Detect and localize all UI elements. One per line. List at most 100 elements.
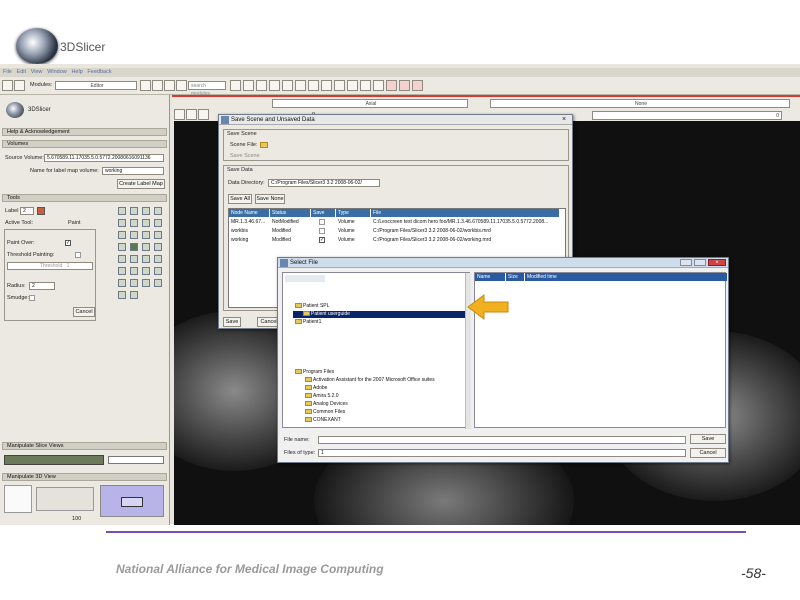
- row-1-name[interactable]: MR.1.3.46.67...: [229, 218, 269, 226]
- label-color-swatch[interactable]: [37, 207, 45, 215]
- place-fiducial-icon[interactable]: [399, 80, 410, 91]
- menu-view[interactable]: View: [31, 68, 43, 77]
- paint-cancel-button[interactable]: Cancel: [73, 307, 95, 317]
- save-dialog-save-button[interactable]: Save: [223, 317, 241, 327]
- smudge-checkbox[interactable]: [29, 295, 35, 301]
- editor-tool-icon-9[interactable]: [118, 231, 126, 239]
- search-icon[interactable]: [176, 80, 187, 91]
- axial-view-selector[interactable]: Axial: [272, 99, 468, 108]
- menu-edit[interactable]: Edit: [17, 68, 26, 77]
- toolbar-tool-4-icon[interactable]: [269, 80, 280, 91]
- file-name-input[interactable]: [318, 436, 686, 444]
- menu-file[interactable]: File: [3, 68, 12, 77]
- editor-tool-icon-15[interactable]: [142, 243, 150, 251]
- scene-file-folder-icon[interactable]: [260, 142, 268, 148]
- slice-link-icon[interactable]: [186, 109, 197, 120]
- slice-view-layout-buttons[interactable]: [4, 455, 104, 465]
- source-volume-select[interactable]: 5.670589.11.17035.5.0.5772.2008061609113…: [44, 154, 164, 162]
- search-modules-input[interactable]: search modules: [188, 81, 226, 97]
- maximize-icon[interactable]: [694, 259, 706, 266]
- toolbar-tool-9-icon[interactable]: [334, 80, 345, 91]
- editor-tool-icon-5[interactable]: [118, 219, 126, 227]
- pick-icon[interactable]: [386, 80, 397, 91]
- slice-visibility-icon[interactable]: [198, 109, 209, 120]
- menu-window[interactable]: Window: [47, 68, 67, 77]
- editor-tool-icon-28[interactable]: [154, 279, 162, 287]
- editor-tool-icon-11[interactable]: [142, 231, 150, 239]
- radius-spinner[interactable]: 2: [29, 282, 55, 290]
- module-selector[interactable]: Editor: [55, 81, 137, 90]
- section-tools[interactable]: Tools: [2, 194, 167, 202]
- tree-item-activation-assistant[interactable]: Activation Assistant for the 2007 Micros…: [305, 377, 435, 384]
- tree-item-program-files[interactable]: Program Files: [295, 369, 334, 376]
- 3d-view-navigator[interactable]: [100, 485, 164, 517]
- editor-tool-icon-22[interactable]: [130, 267, 138, 275]
- close-icon[interactable]: ×: [708, 259, 726, 266]
- tree-item-adobe[interactable]: Adobe: [305, 385, 327, 392]
- module-history-icon[interactable]: [164, 80, 175, 91]
- row-1-save-checkbox[interactable]: [319, 219, 325, 225]
- menu-feedback[interactable]: Feedback: [87, 68, 111, 77]
- toolbar-tool-6-icon[interactable]: [295, 80, 306, 91]
- toolbar-tool-12-icon[interactable]: [373, 80, 384, 91]
- toolbar-tool-7-icon[interactable]: [308, 80, 319, 91]
- transform-view-icon[interactable]: [412, 80, 423, 91]
- tree-item-patient-userguide[interactable]: Patient userguide: [293, 311, 465, 318]
- toolbar-tool-1-icon[interactable]: [230, 80, 241, 91]
- select-file-cancel-button[interactable]: Cancel: [690, 448, 726, 458]
- col-modified-time[interactable]: Modified time: [525, 273, 727, 281]
- data-directory-input[interactable]: C:/Program Files/Slicer3 3.2 2008-06-02/: [268, 179, 380, 187]
- next-module-icon[interactable]: [152, 80, 163, 91]
- editor-tool-icon-1[interactable]: [118, 207, 126, 215]
- threshold-painting-checkbox[interactable]: [75, 252, 81, 258]
- editor-tool-icon-4[interactable]: [154, 207, 162, 215]
- editor-tool-icon-3[interactable]: [142, 207, 150, 215]
- row-3-name[interactable]: working: [229, 236, 269, 244]
- editor-tool-icon-12[interactable]: [154, 231, 162, 239]
- save-none-button[interactable]: Save None: [255, 194, 285, 204]
- editor-tool-icon-24[interactable]: [154, 267, 162, 275]
- row-2-name[interactable]: workbis: [229, 227, 269, 235]
- editor-tool-icon-16[interactable]: [154, 243, 162, 251]
- save-scene-checkbox[interactable]: Save Scene: [230, 153, 260, 159]
- editor-tool-icon-7[interactable]: [142, 219, 150, 227]
- col-name[interactable]: Name: [475, 273, 505, 281]
- minimize-icon[interactable]: [680, 259, 692, 266]
- tree-item-conexant[interactable]: CONEXANT: [305, 417, 341, 424]
- col-save[interactable]: Save: [311, 209, 335, 217]
- save-dialog-close-icon[interactable]: ×: [562, 116, 566, 123]
- editor-tool-icon-30[interactable]: [130, 291, 138, 299]
- editor-tool-icon-20[interactable]: [154, 255, 162, 263]
- editor-tool-icon-2[interactable]: [130, 207, 138, 215]
- editor-tool-icon-18[interactable]: [130, 255, 138, 263]
- editor-tool-icon-17[interactable]: [118, 255, 126, 263]
- toolbar-tool-5-icon[interactable]: [282, 80, 293, 91]
- none-view-selector[interactable]: None: [490, 99, 790, 108]
- editor-tool-icon-25[interactable]: [118, 279, 126, 287]
- file-type-select[interactable]: 1: [318, 449, 686, 457]
- editor-tool-icon-26[interactable]: [130, 279, 138, 287]
- row-1-file[interactable]: C:/Lesccreen test dicom hero foo/MR.1.3.…: [371, 218, 559, 226]
- tree-item-amira[interactable]: Amira 5.2.0: [305, 393, 339, 400]
- tree-item-patient1[interactable]: Patient1: [295, 319, 321, 326]
- rotate-3d-view-icon[interactable]: [4, 485, 32, 513]
- select-file-save-button[interactable]: Save: [690, 434, 726, 444]
- editor-tool-icon-27[interactable]: [142, 279, 150, 287]
- editor-tool-icon-10[interactable]: [130, 231, 138, 239]
- slice-fov-slider[interactable]: [108, 456, 164, 464]
- load-scene-icon[interactable]: [2, 80, 13, 91]
- col-file[interactable]: File: [371, 209, 559, 217]
- row-3-save-checkbox[interactable]: ✓: [319, 237, 325, 243]
- section-volumes[interactable]: Volumes: [2, 140, 167, 148]
- prev-module-icon[interactable]: [140, 80, 151, 91]
- editor-tool-icon-14[interactable]: [130, 243, 138, 251]
- editor-tool-icon-6[interactable]: [130, 219, 138, 227]
- toolbar-tool-10-icon[interactable]: [347, 80, 358, 91]
- row-2-file[interactable]: C:/Program Files/Slicer3 3.2 2008-06-02/…: [371, 227, 559, 235]
- 3d-view-control-buttons[interactable]: [36, 487, 94, 511]
- col-size[interactable]: Size: [506, 273, 524, 281]
- tree-nav-icons[interactable]: [285, 275, 325, 282]
- label-map-name-input[interactable]: working: [102, 167, 164, 175]
- section-manipulate-3d-view[interactable]: Manipulate 3D View: [2, 473, 167, 481]
- editor-tool-icon-19[interactable]: [142, 255, 150, 263]
